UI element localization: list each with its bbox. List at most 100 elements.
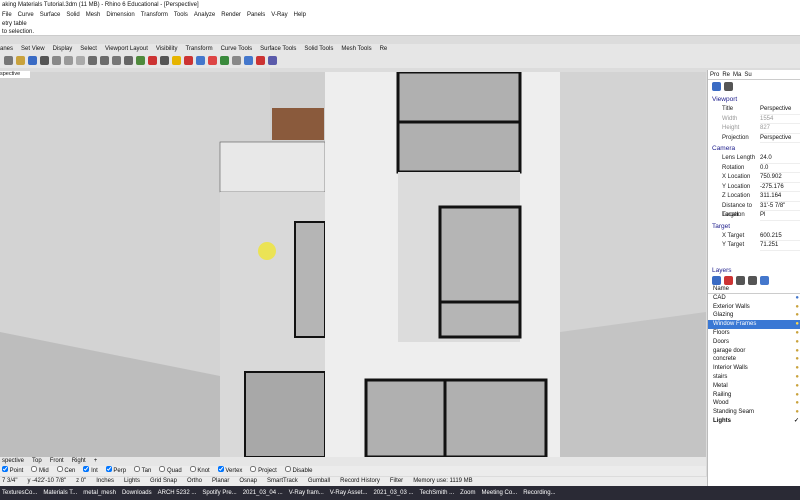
tab-set-view[interactable]: Set View	[21, 44, 45, 54]
menu-help[interactable]: Help	[294, 10, 306, 20]
bulb-icon[interactable]: ●	[795, 303, 799, 312]
layer-row[interactable]: Railing ●	[708, 391, 800, 400]
layer-row[interactable]: Exterior Walls ●	[708, 303, 800, 312]
filter-toggle[interactable]: Filter	[390, 477, 403, 486]
current-layer[interactable]: Lights	[124, 477, 140, 486]
osnap-disable[interactable]: Disable	[284, 466, 312, 476]
rotation-field[interactable]: 0.0	[760, 164, 800, 173]
grid-snap-toggle[interactable]: Grid Snap	[150, 477, 177, 486]
grid-icon[interactable]	[148, 56, 157, 65]
object-icon[interactable]	[712, 82, 721, 91]
menu-solid[interactable]: Solid	[66, 10, 79, 20]
vray-render-icon[interactable]	[256, 56, 265, 65]
command-history[interactable]: etry table to selection.	[0, 20, 800, 36]
bulb-icon[interactable]: ●	[795, 320, 799, 329]
taskbar-item[interactable]: metal_mesh	[83, 490, 116, 496]
vtab-front[interactable]: Front	[50, 457, 64, 466]
delete-layer-icon[interactable]	[724, 276, 733, 285]
osnap-perp[interactable]: Perp	[105, 466, 126, 476]
tab-viewport-layout[interactable]: Viewport Layout	[105, 44, 148, 54]
wireframe-icon[interactable]	[160, 56, 169, 65]
tab-select[interactable]: Select	[80, 44, 97, 54]
bulb-icon[interactable]: ●	[795, 408, 799, 417]
move-down-icon[interactable]	[748, 276, 757, 285]
light-icon[interactable]	[172, 56, 181, 65]
taskbar-item[interactable]: TexturesCo...	[2, 490, 37, 496]
layer-row[interactable]: Glazing ●	[708, 311, 800, 320]
layer-icon[interactable]	[220, 56, 229, 65]
title-field[interactable]: Perspective	[760, 105, 800, 115]
osnap-int[interactable]: Int	[83, 466, 98, 476]
tab-mesh-tools[interactable]: Mesh Tools	[341, 44, 371, 54]
menu-surface[interactable]: Surface	[40, 10, 61, 20]
tab-materials[interactable]: Ma	[733, 70, 741, 79]
units-label[interactable]: Inches	[96, 477, 114, 486]
taskbar-item[interactable]: Zoom	[460, 490, 475, 496]
distance-field[interactable]: 31'-5 7/8"	[760, 202, 800, 211]
bulb-icon[interactable]: ●	[795, 382, 799, 391]
vtab-perspective[interactable]: spective	[2, 457, 24, 466]
menu-analyze[interactable]: Analyze	[194, 10, 215, 20]
bulb-icon[interactable]: ●	[795, 364, 799, 373]
tab-rendering[interactable]: Re	[722, 70, 730, 79]
xloc-field[interactable]: 750.902	[760, 173, 800, 183]
zoom-icon[interactable]	[124, 56, 133, 65]
taskbar-item[interactable]: V-Ray Asset...	[330, 490, 368, 496]
osnap-point[interactable]: Point	[2, 466, 23, 476]
tab-transform[interactable]: Transform	[185, 44, 212, 54]
viewport-icon[interactable]	[724, 82, 733, 91]
bulb-icon[interactable]: ●	[795, 355, 799, 364]
yloc-field[interactable]: -275.176	[760, 183, 800, 192]
undo-icon[interactable]	[88, 56, 97, 65]
layer-row[interactable]: Doors ●	[708, 338, 800, 347]
tab-display[interactable]: Display	[53, 44, 73, 54]
vtab-right[interactable]: Right	[72, 457, 86, 466]
zloc-field[interactable]: 311.164	[760, 192, 800, 202]
layer-name-column[interactable]: Name	[708, 285, 800, 294]
osnap-toggle[interactable]: Osnap	[239, 477, 257, 486]
vtab-top[interactable]: Top	[32, 457, 42, 466]
gumball-toggle[interactable]: Gumball	[308, 477, 330, 486]
menu-file[interactable]: File	[2, 10, 12, 20]
taskbar-item[interactable]: Meeting Co...	[482, 490, 518, 496]
filter-layer-icon[interactable]	[760, 276, 769, 285]
bulb-icon[interactable]: ●	[795, 294, 799, 303]
paste-icon[interactable]	[76, 56, 85, 65]
viewport-title[interactable]: spective	[0, 71, 30, 78]
vtab-add[interactable]: +	[94, 457, 98, 466]
osnap-mid[interactable]: Mid	[31, 466, 49, 476]
color-icon[interactable]	[208, 56, 217, 65]
osnap-vertex[interactable]: Vertex	[217, 466, 242, 476]
projection-field[interactable]: Perspective	[760, 134, 800, 143]
render-icon[interactable]	[184, 56, 193, 65]
save-icon[interactable]	[28, 56, 37, 65]
menu-dimension[interactable]: Dimension	[106, 10, 134, 20]
layer-row-selected[interactable]: Window Frames ●	[708, 320, 800, 329]
tab-surface-tools[interactable]: Surface Tools	[260, 44, 296, 54]
location-button[interactable]: Pl	[760, 211, 800, 221]
layer-row[interactable]: Wood ●	[708, 399, 800, 408]
bulb-icon[interactable]: ●	[795, 329, 799, 338]
osnap-quad[interactable]: Quad	[159, 466, 182, 476]
bulb-icon[interactable]: ●	[795, 338, 799, 347]
layer-row[interactable]: Standing Seam ●	[708, 408, 800, 417]
bulb-icon[interactable]: ●	[795, 347, 799, 356]
rotate-icon[interactable]	[112, 56, 121, 65]
new-layer-icon[interactable]	[712, 276, 721, 285]
taskbar-item[interactable]: V-Ray fram...	[289, 490, 324, 496]
zoom-extents-icon[interactable]	[136, 56, 145, 65]
vray-icon[interactable]	[244, 56, 253, 65]
copy-icon[interactable]	[64, 56, 73, 65]
taskbar-item[interactable]: Downloads	[122, 490, 152, 496]
new-icon[interactable]	[4, 56, 13, 65]
open-icon[interactable]	[16, 56, 25, 65]
taskbar-item[interactable]: Recording...	[523, 490, 555, 496]
move-up-icon[interactable]	[736, 276, 745, 285]
tab-planes[interactable]: anes	[0, 44, 13, 54]
osnap-project[interactable]: Project	[250, 466, 277, 476]
pan-icon[interactable]	[100, 56, 109, 65]
layer-row[interactable]: CAD ●	[708, 294, 800, 303]
perspective-viewport[interactable]	[0, 72, 706, 457]
record-history-toggle[interactable]: Record History	[340, 477, 380, 486]
taskbar-item[interactable]: Materials T...	[43, 490, 77, 496]
